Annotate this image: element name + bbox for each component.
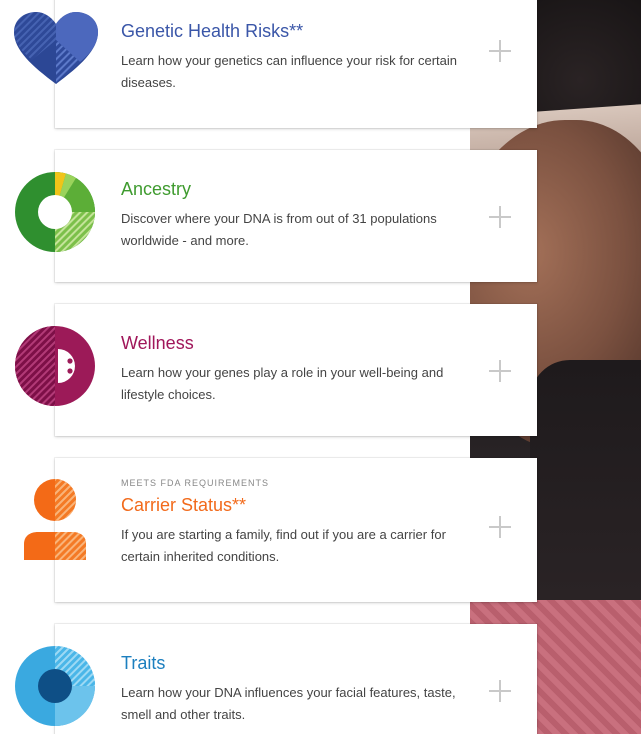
card-title: Traits [121, 653, 166, 673]
card-wellness[interactable]: Wellness Learn how your genes play a rol… [55, 304, 537, 436]
heart-icon [14, 12, 98, 84]
card-ancestry[interactable]: Ancestry Discover where your DNA is from… [55, 150, 537, 282]
card-title: Genetic Health Risks** [121, 21, 304, 41]
person-icon [24, 479, 86, 560]
product-page: Genetic Health Risks** Learn how your ge… [0, 0, 641, 734]
circle-target-icon [15, 646, 95, 726]
expand-plus-icon[interactable] [489, 206, 511, 228]
expand-plus-icon[interactable] [489, 360, 511, 382]
card-description: If you are starting a family, find out i… [121, 527, 446, 564]
fda-eyebrow-label: MEETS FDA REQUIREMENTS [121, 478, 270, 488]
card-description: Learn how your genes play a role in your… [121, 365, 444, 402]
card-title: Ancestry [121, 179, 192, 199]
card-description: Learn how your genetics can influence yo… [121, 53, 458, 90]
expand-plus-icon[interactable] [489, 680, 511, 702]
wellness-circle-icon [15, 326, 95, 406]
card-title: Wellness [121, 333, 194, 353]
card-description: Learn how your DNA influences your facia… [121, 685, 456, 722]
card-traits[interactable]: Traits Learn how your DNA influences you… [55, 624, 537, 734]
donut-chart-icon [15, 171, 95, 252]
card-title: Carrier Status** [121, 495, 247, 515]
expand-plus-icon[interactable] [489, 516, 511, 538]
card-genetic-health-risks[interactable]: Genetic Health Risks** Learn how your ge… [55, 0, 537, 128]
card-description: Discover where your DNA is from out of 3… [121, 211, 437, 248]
card-carrier-status[interactable]: MEETS FDA REQUIREMENTS Carrier Status** … [55, 458, 537, 602]
expand-plus-icon[interactable] [489, 40, 511, 62]
